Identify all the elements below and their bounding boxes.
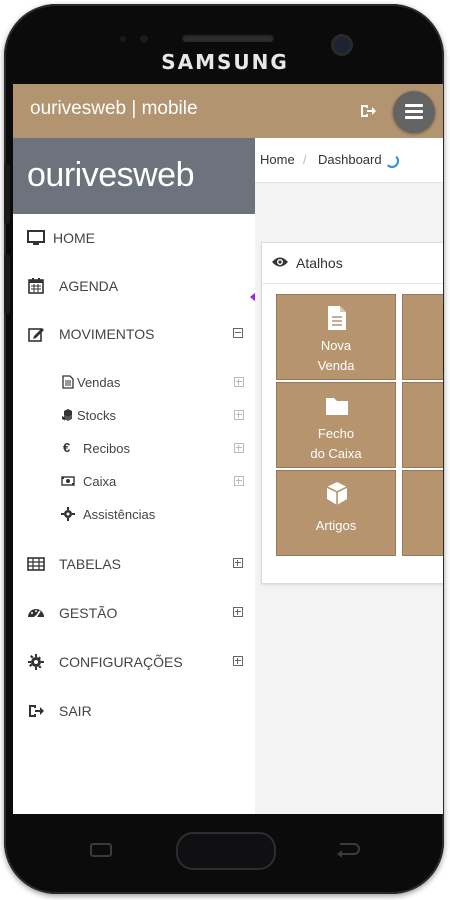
expand-toggle-icon[interactable]: [234, 410, 244, 420]
subitem-label: Vendas: [77, 375, 121, 390]
nav-item-sair[interactable]: SAIR: [13, 693, 255, 729]
breadcrumb: Home / Dashboard: [255, 138, 443, 183]
nav-item-label: GESTÃO: [59, 605, 118, 621]
device-brand: SAMSUNG: [161, 50, 289, 74]
sensor-dot: [120, 36, 126, 42]
cubes-icon: [62, 409, 72, 421]
main-content: Home / Dashboard Atalhos Nova Venda Fech…: [255, 138, 443, 814]
tile-label-line2: Venda: [317, 358, 355, 373]
table-icon: [27, 557, 45, 571]
subitem-vendas[interactable]: Vendas: [13, 367, 255, 397]
logo-area: ourivesweb: [13, 138, 255, 214]
document-icon: [62, 375, 74, 389]
nav-item-label: MOVIMENTOS: [59, 326, 155, 342]
tile-label-line1: Fecho: [317, 426, 355, 441]
breadcrumb-separator: /: [303, 152, 307, 167]
subitem-label: Assistências: [83, 507, 156, 522]
edit-icon: [28, 328, 44, 342]
sidebar: ourivesweb HOME AGENDA MOVIMENTOS Vendas…: [13, 138, 256, 814]
app-title: ourivesweb | mobile: [30, 98, 198, 119]
logo: ourivesweb: [27, 156, 194, 194]
home-button[interactable]: [176, 832, 276, 870]
euro-icon: €: [63, 440, 71, 455]
nav-item-agenda[interactable]: AGENDA: [13, 268, 255, 304]
nav-item-home[interactable]: HOME: [13, 220, 255, 256]
expand-toggle-icon[interactable]: [233, 656, 243, 666]
gear-icon: [28, 654, 44, 670]
document-icon: [328, 306, 346, 330]
collapse-toggle-icon[interactable]: [233, 328, 243, 338]
nav-item-tabelas[interactable]: TABELAS: [13, 546, 255, 582]
expand-toggle-icon[interactable]: [234, 476, 244, 486]
shortcuts-panel: Atalhos Nova Venda Fecho do Caixa Artigo…: [261, 242, 443, 584]
expand-toggle-icon[interactable]: [234, 443, 244, 453]
breadcrumb-current: Dashboard: [318, 152, 382, 167]
back-icon: [337, 843, 360, 858]
breadcrumb-home-link[interactable]: Home: [260, 152, 295, 167]
shortcut-tile-clipped[interactable]: [402, 382, 443, 468]
nav-item-label: CONFIGURAÇÕES: [59, 654, 183, 670]
subitem-assistencias[interactable]: Assistências: [13, 499, 255, 529]
tile-label: Artigos: [315, 518, 357, 533]
sign-out-icon: [29, 705, 44, 717]
recent-apps-icon: [90, 843, 112, 857]
shortcut-artigos[interactable]: Artigos: [276, 470, 396, 556]
app-screen: ourivesweb | mobile ourivesweb HOME AGEN…: [13, 84, 443, 814]
nav-item-label: SAIR: [59, 703, 92, 719]
shortcut-tile-clipped[interactable]: [402, 470, 443, 556]
nav-item-label: TABELAS: [59, 556, 121, 572]
shortcut-tile-clipped[interactable]: [402, 294, 443, 380]
expand-toggle-icon[interactable]: [233, 607, 243, 617]
panel-title: Atalhos: [296, 255, 343, 271]
tile-label-line1: Nova: [320, 338, 352, 353]
subitem-label: Stocks: [77, 408, 117, 423]
monitor-icon: [27, 230, 45, 245]
money-icon: [61, 476, 75, 486]
nav-item-gestao[interactable]: GESTÃO: [13, 595, 255, 631]
shortcut-nova-venda[interactable]: Nova Venda: [276, 294, 396, 380]
volume-up-button: [4, 164, 10, 224]
panel-header: Atalhos: [262, 243, 443, 284]
volume-down-button: [4, 254, 10, 314]
cog-icon: [61, 507, 75, 521]
sign-out-icon[interactable]: [359, 102, 377, 120]
expand-toggle-icon[interactable]: [233, 558, 243, 568]
eye-icon: [272, 257, 288, 267]
nav-item-movimentos[interactable]: MOVIMENTOS: [13, 316, 255, 352]
subitem-recibos[interactable]: € Recibos: [13, 433, 255, 463]
cube-icon: [326, 482, 348, 505]
menu-bar: [405, 110, 423, 113]
menu-button[interactable]: [393, 91, 435, 133]
nav-item-configuracoes[interactable]: CONFIGURAÇÕES: [13, 644, 255, 680]
subitem-label: Recibos: [83, 441, 130, 456]
top-bar: ourivesweb | mobile: [13, 84, 443, 138]
calendar-icon: [28, 278, 44, 294]
expand-toggle-icon[interactable]: [234, 377, 244, 387]
sensor-dot: [140, 35, 148, 43]
nav-item-label: AGENDA: [59, 278, 119, 294]
subitem-caixa[interactable]: Caixa: [13, 466, 255, 496]
dashboard-icon: [28, 609, 44, 619]
subitem-stocks[interactable]: Stocks: [13, 400, 255, 430]
menu-bar: [405, 116, 423, 119]
earpiece-speaker: [182, 34, 274, 42]
subitem-label: Caixa: [83, 474, 117, 489]
folder-icon: [326, 398, 348, 415]
tile-label-line2: do Caixa: [310, 446, 362, 461]
shortcut-fecho-caixa[interactable]: Fecho do Caixa: [276, 382, 396, 468]
loading-spinner-icon: [385, 154, 399, 168]
menu-bar: [405, 104, 423, 107]
nav-item-label: HOME: [53, 230, 95, 246]
